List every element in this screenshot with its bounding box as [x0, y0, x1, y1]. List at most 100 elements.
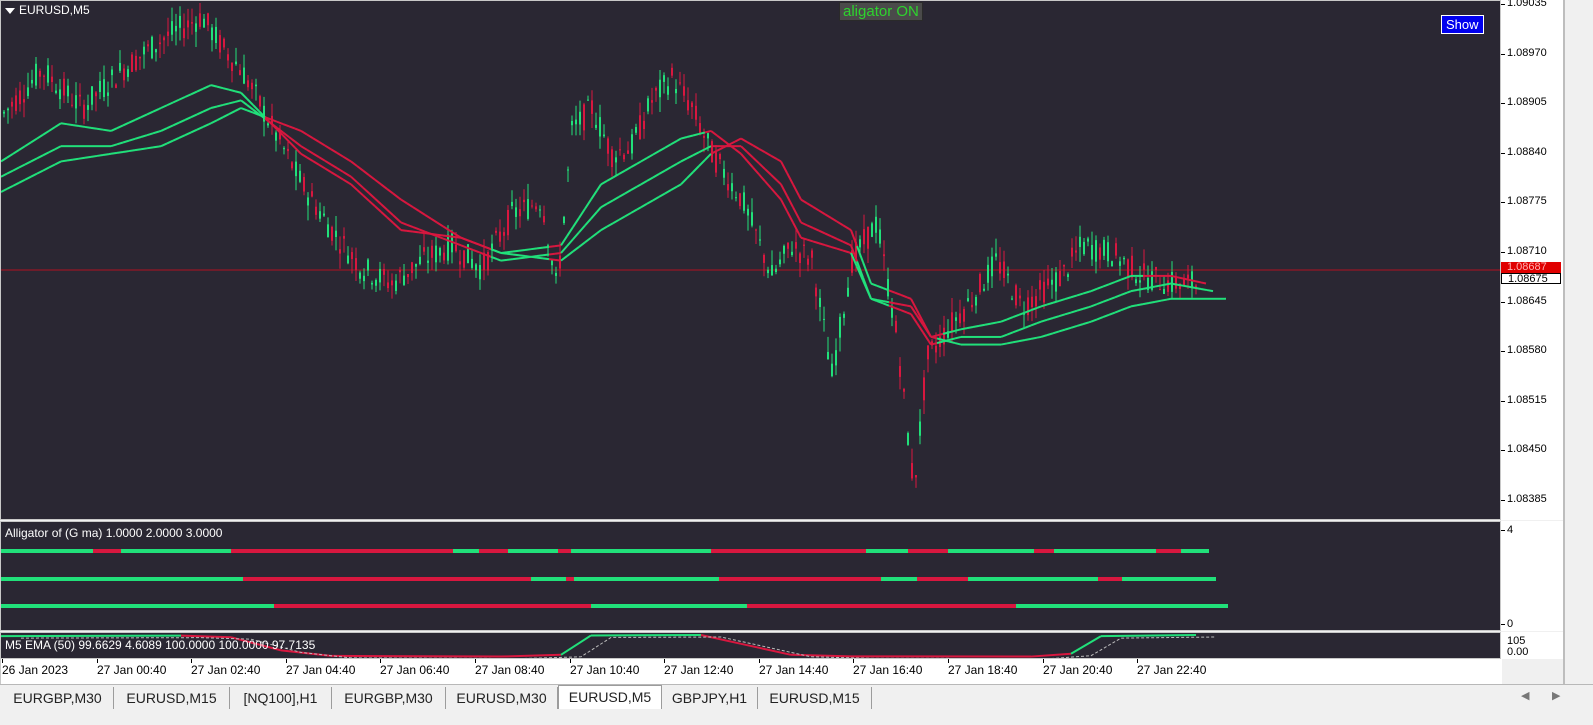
bull-candle [751, 212, 753, 225]
bull-candle [1055, 272, 1057, 291]
jaw-segment [283, 124, 289, 126]
bull-candle [823, 319, 825, 320]
bull-candle [771, 265, 773, 275]
bear-candle [523, 200, 525, 202]
lips-segment [203, 86, 209, 89]
jaw-segment [877, 286, 883, 288]
bull-candle [563, 217, 565, 223]
price-chart-pane[interactable]: EURUSD,M5 aligator ON Show [0, 0, 1501, 520]
teeth-segment [637, 184, 641, 186]
jaw-segment [313, 138, 319, 142]
lips-segment [813, 241, 819, 243]
price-tick [1501, 450, 1505, 451]
vertical-divider[interactable] [1563, 0, 1565, 684]
bear-candle [803, 245, 805, 246]
bear-candle [51, 77, 53, 82]
lips-segment [325, 168, 331, 172]
bull-candle [1111, 261, 1113, 266]
bull-candle [87, 105, 89, 110]
teeth-segment [1121, 293, 1127, 295]
jaw-segment [363, 171, 369, 176]
bear-candle [883, 254, 885, 256]
teeth-segment [419, 229, 425, 231]
teeth-segment [1137, 289, 1143, 290]
jaw-segment [229, 111, 235, 114]
bear-candle [607, 138, 609, 153]
jaw-segment [613, 220, 619, 223]
bull-candle [59, 89, 61, 99]
price-scale[interactable]: 1.090351.089701.089051.088401.087751.087… [1501, 0, 1563, 520]
bear-candle [11, 102, 13, 107]
jaw-segment [173, 138, 179, 141]
teeth-segment [449, 241, 455, 243]
bull-candle [975, 297, 977, 306]
bear-candle [499, 232, 501, 242]
symbol-title[interactable]: EURUSD,M5 [5, 3, 90, 17]
chart-tab[interactable]: EURUSD,M15 [758, 687, 872, 709]
chart-tab[interactable]: EURUSD,M5 [558, 685, 662, 709]
bull-candle [747, 209, 749, 216]
lips-segment [637, 161, 641, 163]
chart-tab[interactable]: EURUSD,M30 [446, 687, 558, 709]
jaw-segment [425, 215, 431, 219]
bear-candle [583, 104, 585, 130]
lips-segment [625, 167, 631, 170]
lips-segment [85, 127, 91, 128]
ema-segment [1031, 654, 1071, 657]
lips-segment [1047, 303, 1053, 305]
bull-candle [987, 265, 989, 283]
jaw-segment [467, 240, 473, 242]
jaw-segment [1025, 339, 1031, 340]
bear-candle [303, 177, 305, 192]
jaw-segment [753, 145, 759, 148]
chart-tab[interactable]: GBPJPY,H1 [662, 687, 758, 709]
bull-candle [555, 273, 557, 276]
show-button[interactable]: Show [1441, 15, 1484, 34]
lips-segment [741, 154, 747, 161]
bear-candle [807, 259, 809, 265]
alligator-indicator-pane[interactable]: Alligator of (G ma) 1.0000 2.0000 3.0000 [0, 521, 1501, 631]
bull-candle [615, 157, 617, 162]
teeth-segment [665, 167, 671, 170]
lips-segment [807, 240, 813, 242]
lips-segment [819, 243, 825, 245]
jaw-segment [729, 142, 735, 145]
bear-candle [259, 96, 261, 106]
bear-candle [699, 123, 701, 133]
bull-candle [1103, 240, 1105, 256]
teeth-segment [1177, 285, 1183, 286]
bear-candle [1075, 250, 1077, 252]
jaw-segment [211, 120, 217, 123]
lips-segment [753, 168, 759, 175]
ema-segment [701, 635, 741, 644]
dropdown-triangle-icon[interactable] [5, 8, 15, 14]
lips-segment [117, 125, 123, 128]
chart-tab[interactable]: EURUSD,M15 [114, 687, 230, 709]
candlestick-chart[interactable] [1, 1, 1500, 519]
lips-segment [375, 206, 381, 211]
lips-segment [561, 236, 567, 245]
lips-segment [997, 322, 1001, 323]
teeth-segment [687, 155, 693, 158]
lips-segment [73, 125, 79, 126]
right-margin [1563, 0, 1593, 684]
ema-indicator-pane[interactable]: M5 EMA (50) 99.6629 4.6089 100.0000 100.… [0, 632, 1501, 659]
chart-tab[interactable]: EURGBP,M30 [332, 687, 446, 709]
jaw-segment [349, 160, 351, 161]
bull-candle [819, 298, 821, 307]
bear-candle [1043, 282, 1045, 303]
jaw-segment [519, 255, 525, 256]
teeth-segment [351, 177, 357, 182]
bear-candle [163, 37, 165, 40]
lips-segment [525, 249, 531, 250]
teeth-segment [49, 149, 55, 152]
lips-segment [369, 201, 375, 206]
lips-segment [585, 200, 591, 209]
chart-tab[interactable]: [NQ100],H1 [230, 687, 332, 709]
chart-tab[interactable]: EURGBP,M30 [2, 687, 114, 709]
tab-scroll-left-icon[interactable]: ◀ [1521, 689, 1529, 702]
bull-candle [111, 70, 113, 76]
tab-scroll-right-icon[interactable]: ▶ [1552, 689, 1560, 702]
time-axis[interactable]: 26 Jan 202327 Jan 00:4027 Jan 02:4027 Ja… [0, 659, 1502, 684]
teeth-segment [869, 293, 871, 298]
